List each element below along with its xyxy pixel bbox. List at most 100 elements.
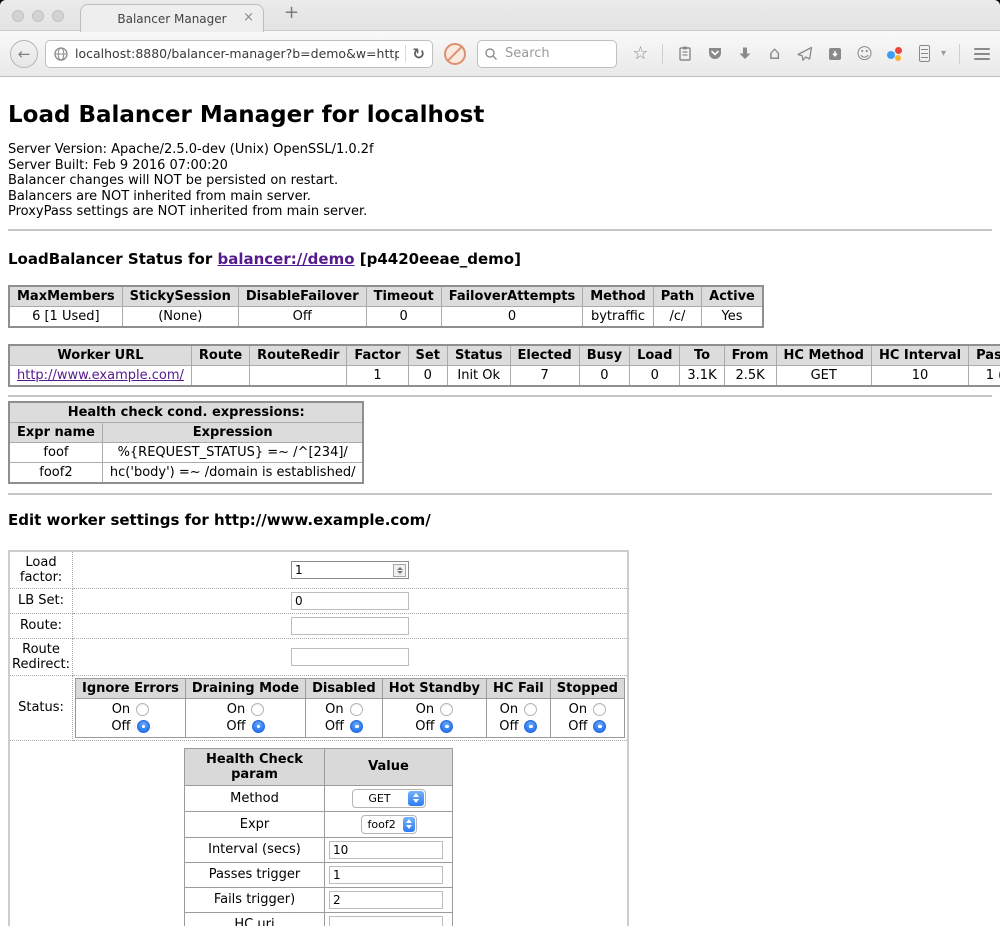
cell-path: /c/ [653, 306, 701, 327]
on-radio[interactable] [136, 703, 149, 716]
load-factor-cell [73, 551, 629, 589]
fails-input[interactable] [329, 891, 443, 909]
off-radio[interactable] [524, 720, 537, 733]
urlbar-divider [405, 45, 406, 62]
back-button[interactable]: ← [10, 40, 38, 68]
bookmarks-clipboard-icon[interactable] [671, 40, 698, 68]
chat-smiley-icon[interactable]: ☺ [851, 40, 878, 68]
share-colors-icon[interactable] [881, 40, 908, 68]
window-controls[interactable] [12, 10, 64, 22]
hc-row-fails: Fails trigger) [185, 887, 453, 912]
hc-uri-input[interactable] [329, 916, 443, 927]
url-bar[interactable]: localhost:8880/balancer-manager?b=demo&w… [45, 40, 433, 68]
section-divider [8, 395, 992, 397]
overflow-caret-icon[interactable]: ▾ [941, 48, 951, 59]
interval-input[interactable] [329, 841, 443, 859]
lb-set-input[interactable] [291, 592, 409, 610]
toolbar-separator [959, 44, 960, 64]
col-active: Active [702, 286, 763, 307]
col-method: Method [583, 286, 653, 307]
hc-header-row: Health Check param Value [185, 748, 453, 785]
section-divider [8, 493, 992, 495]
zoom-window-button[interactable] [52, 10, 64, 22]
status-col-hot-standby: On Off [382, 698, 486, 737]
off-radio[interactable] [440, 720, 453, 733]
off-radio[interactable] [350, 720, 363, 733]
table-row: http://www.example.com/ 1 0 Init Ok 7 0 … [9, 365, 1000, 386]
col-value: Value [325, 748, 453, 785]
tab-bar: Balancer Manager × + [0, 0, 1000, 31]
cell-elected: 7 [510, 365, 579, 386]
menu-hamburger-icon[interactable] [968, 40, 995, 68]
expr-select[interactable]: foof2 [361, 815, 417, 834]
off-radio[interactable] [137, 720, 150, 733]
table-row: foof2 hc('body') =~ /domain is establish… [9, 462, 363, 483]
col-from: From [724, 345, 776, 366]
on-label: On [227, 701, 245, 718]
home-icon[interactable]: ⌂ [761, 40, 788, 68]
on-label: On [325, 701, 343, 718]
inherit-note-line: Balancers are NOT inherited from main se… [8, 189, 992, 205]
content-blocker-icon[interactable] [444, 43, 466, 65]
col-to: To [680, 345, 724, 366]
route-redirect-input[interactable] [291, 648, 409, 666]
route-redirect-label: Route Redirect: [9, 638, 73, 675]
off-radio[interactable] [593, 720, 606, 733]
section-divider [8, 229, 992, 231]
method-label: Method [185, 785, 325, 811]
on-radio[interactable] [440, 703, 453, 716]
send-plane-icon[interactable] [791, 40, 818, 68]
cell-disablefailover: Off [238, 306, 366, 327]
col-failoverattempts: FailoverAttempts [441, 286, 583, 307]
pocket-icon[interactable] [701, 40, 728, 68]
new-tab-button[interactable]: + [284, 2, 299, 23]
tab-balancer-manager[interactable]: Balancer Manager × [80, 4, 264, 32]
col-disabled: Disabled [306, 678, 383, 698]
save-to-device-icon[interactable] [821, 40, 848, 68]
cell-active: Yes [702, 306, 763, 327]
on-radio[interactable] [524, 703, 537, 716]
balancer-demo-link[interactable]: balancer://demo [217, 250, 354, 268]
download-icon[interactable] [731, 40, 758, 68]
back-arrow-icon: ← [18, 45, 31, 63]
on-radio[interactable] [251, 703, 264, 716]
browser-window: Balancer Manager × + ← localhost:8880/ba… [0, 0, 1000, 927]
worker-url-link[interactable]: http://www.example.com/ [17, 368, 184, 383]
status-label: Status: [9, 675, 73, 740]
col-elected: Elected [510, 345, 579, 366]
col-factor: Factor [347, 345, 408, 366]
hc-row-interval: Interval (secs) [185, 837, 453, 862]
on-radio[interactable] [350, 703, 363, 716]
sidebar-list-icon[interactable] [911, 40, 938, 68]
on-radio[interactable] [593, 703, 606, 716]
status-header-row: Ignore Errors Draining Mode Disabled Hot… [76, 678, 625, 698]
select-stepper-icon [403, 817, 415, 832]
off-radio[interactable] [252, 720, 265, 733]
col-route: Route [191, 345, 249, 366]
method-select[interactable]: GET [352, 789, 426, 808]
reload-icon[interactable]: ↻ [412, 45, 425, 63]
cell-passes: 1 (0) [969, 365, 1000, 386]
off-label: Off [499, 718, 518, 735]
close-window-button[interactable] [12, 10, 24, 22]
form-row-load-factor: Load factor: [9, 551, 628, 589]
col-health-check-param: Health Check param [185, 748, 325, 785]
number-spinner-icon[interactable] [393, 564, 406, 577]
proxypass-note-line: ProxyPass settings are NOT inherited fro… [8, 204, 992, 220]
minimize-window-button[interactable] [32, 10, 44, 22]
list-page-icon [919, 45, 930, 62]
col-draining-mode: Draining Mode [185, 678, 305, 698]
navigation-toolbar: ← localhost:8880/balancer-manager?b=demo… [0, 31, 1000, 77]
search-input[interactable] [503, 45, 603, 62]
bookmark-star-icon[interactable]: ☆ [627, 40, 654, 68]
col-expression: Expression [102, 422, 363, 442]
route-input[interactable] [291, 617, 409, 635]
search-box[interactable] [477, 40, 617, 68]
cell-method: bytraffic [583, 306, 653, 327]
url-text[interactable]: localhost:8880/balancer-manager?b=demo&w… [75, 46, 399, 61]
hc-row-passes: Passes trigger [185, 862, 453, 887]
tab-close-icon[interactable]: × [243, 10, 254, 26]
load-factor-input[interactable] [291, 561, 409, 579]
passes-input[interactable] [329, 866, 443, 884]
col-maxmembers: MaxMembers [9, 286, 122, 307]
